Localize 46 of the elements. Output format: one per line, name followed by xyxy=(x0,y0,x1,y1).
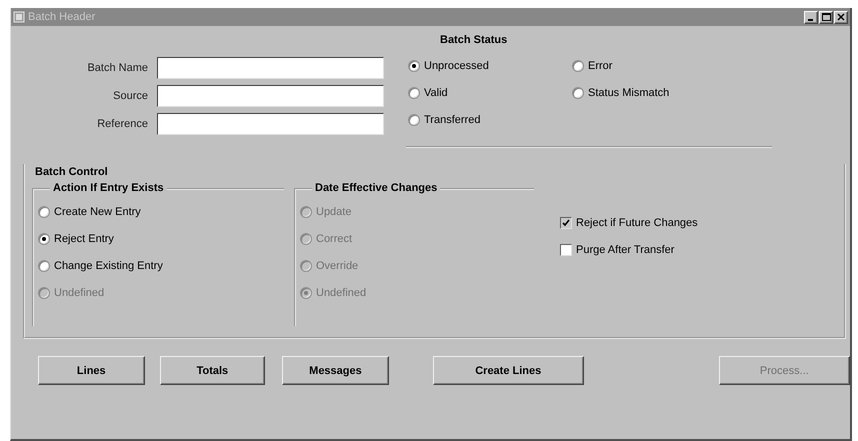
action-button[interactable]: Lines xyxy=(38,356,145,385)
option-label: Change Existing Entry xyxy=(54,260,163,272)
option-label: Unprocessed xyxy=(424,60,489,72)
option-label: Transferred xyxy=(424,114,480,126)
minimize-button[interactable] xyxy=(804,10,818,24)
group-title: Batch Status xyxy=(439,34,508,48)
maximize-button[interactable] xyxy=(819,10,833,24)
radio-button[interactable] xyxy=(408,114,420,126)
window-title: Batch Header xyxy=(28,11,96,23)
app-icon xyxy=(13,11,25,23)
radio-button[interactable] xyxy=(38,260,50,272)
option-label: Override xyxy=(316,260,358,272)
option-label: Create New Entry xyxy=(54,206,141,218)
radio-button[interactable] xyxy=(408,60,420,72)
option-label: Reject Entry xyxy=(54,232,114,244)
radio-button[interactable] xyxy=(572,86,584,98)
option-label: Status Mismatch xyxy=(588,86,670,98)
input-field[interactable] xyxy=(157,113,384,135)
input-field[interactable] xyxy=(157,85,384,107)
radio-button[interactable] xyxy=(38,232,50,244)
close-icon xyxy=(837,13,845,21)
action-button[interactable]: Create Lines xyxy=(432,356,584,385)
field-label: Source xyxy=(112,90,148,102)
radio-button[interactable] xyxy=(408,86,420,98)
close-button[interactable] xyxy=(834,10,848,24)
checkbox-label: Purge After Transfer xyxy=(576,244,674,256)
group-title: Batch Control xyxy=(35,166,108,180)
option-label: Error xyxy=(588,60,612,72)
option-label: Correct xyxy=(316,232,352,244)
option-label: Undefined xyxy=(54,286,104,298)
radio-button[interactable] xyxy=(38,206,50,218)
field-label: Reference xyxy=(96,118,148,130)
action-button[interactable]: Totals xyxy=(160,356,266,385)
input-field[interactable] xyxy=(157,57,384,79)
maximize-icon xyxy=(822,13,830,21)
radio-button[interactable] xyxy=(572,60,584,72)
checkbox[interactable] xyxy=(560,216,572,228)
checkbox[interactable] xyxy=(560,244,572,256)
option-label: Valid xyxy=(424,86,448,98)
option-label: Undefined xyxy=(316,286,366,298)
checkbox-label: Reject if Future Changes xyxy=(576,216,698,228)
option-label: Update xyxy=(316,206,352,218)
group-title: Action If Entry Exists xyxy=(50,182,167,194)
group-title: Date Effective Changes xyxy=(312,182,440,194)
action-button[interactable]: Messages xyxy=(282,356,389,385)
field-label: Batch Name xyxy=(86,62,148,74)
